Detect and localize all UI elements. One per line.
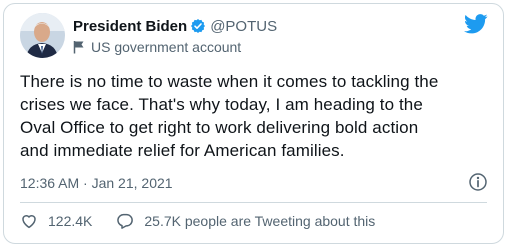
author-handle[interactable]: @POTUS — [210, 18, 277, 35]
avatar[interactable] — [20, 13, 65, 58]
speech-bubble-icon — [117, 213, 134, 229]
divider — [20, 202, 487, 203]
heart-icon — [22, 215, 36, 229]
info-icon[interactable] — [468, 172, 488, 197]
tweet-text: There is no time to waste when it comes … — [20, 72, 439, 160]
tweeting-about-text: 25.7K people are Tweeting about this — [144, 213, 376, 229]
author-name[interactable]: President Biden — [73, 18, 187, 35]
verified-badge-icon — [190, 18, 206, 34]
like-count: 122.4K — [48, 213, 93, 229]
flag-icon — [73, 40, 85, 54]
reply-button[interactable]: 25.7K people are Tweeting about this — [116, 212, 375, 230]
tweet-actions: 122.4K 25.7K people are Tweeting about t… — [20, 212, 375, 230]
tweet-header: President Biden @POTUS US government acc… — [20, 13, 489, 59]
tweet-card[interactable]: President Biden @POTUS US government acc… — [3, 3, 504, 244]
author-identity: President Biden @POTUS US government acc… — [73, 16, 277, 57]
like-button[interactable]: 122.4K — [20, 212, 92, 230]
tweet-timestamp[interactable]: 12:36 AM · Jan 21, 2021 — [20, 175, 173, 191]
government-account-label: US government account — [91, 39, 242, 55]
twitter-bird-icon[interactable] — [464, 14, 488, 39]
